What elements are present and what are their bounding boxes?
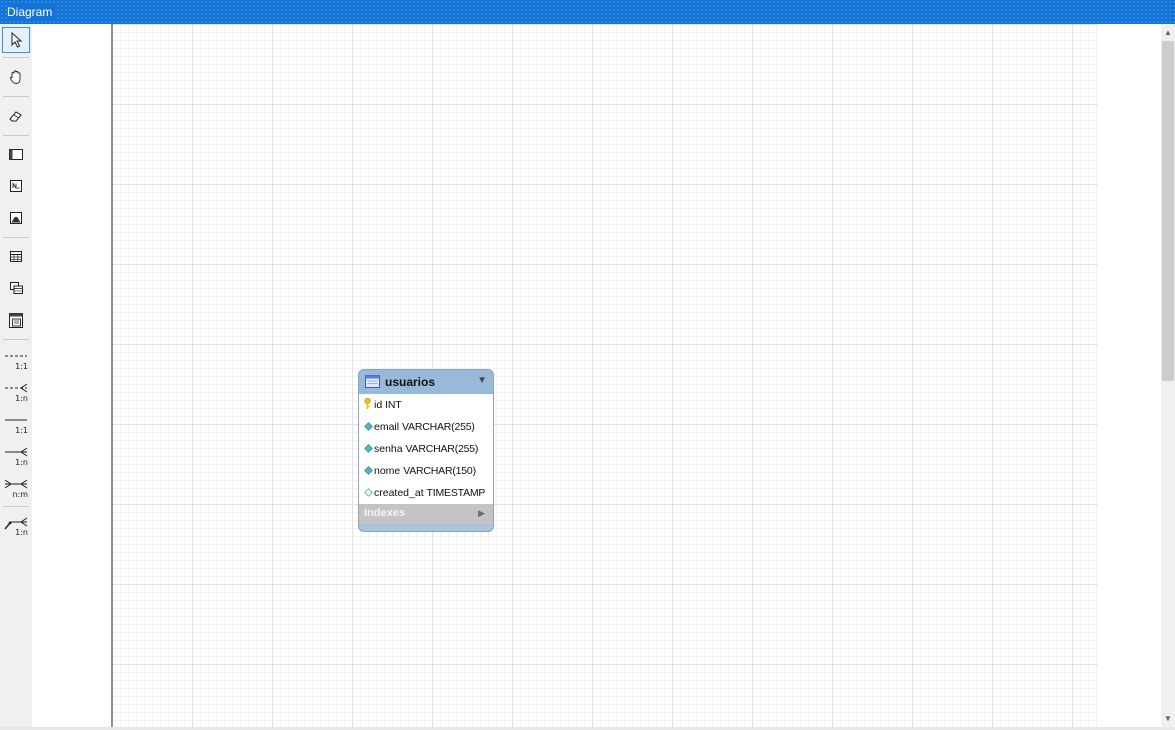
column-row[interactable]: nome VARCHAR(150) xyxy=(359,460,493,482)
canvas-outside-area xyxy=(1098,24,1161,728)
relationship-label: 1:n xyxy=(15,394,28,403)
column-row[interactable]: email VARCHAR(255) xyxy=(359,416,493,438)
expand-arrow-icon[interactable]: ▶ xyxy=(478,508,485,519)
relationship-label: n:m xyxy=(12,490,28,499)
column-row[interactable]: id INT xyxy=(359,394,493,416)
toolbar-separator xyxy=(3,96,29,97)
eraser-tool[interactable] xyxy=(2,103,30,129)
column-name: created_at xyxy=(374,487,424,499)
toolbar-separator xyxy=(3,339,29,340)
routine-group-icon xyxy=(9,312,23,328)
table-entity-usuarios[interactable]: usuarios ▼ id INT email VARCHAR(255) sen… xyxy=(358,369,494,532)
column-row[interactable]: senha VARCHAR(255) xyxy=(359,438,493,460)
collapse-toggle-icon[interactable]: ▼ xyxy=(477,375,487,386)
window-title: Diagram xyxy=(7,5,57,19)
indexes-label: Indexes xyxy=(364,507,405,519)
relationship-label: 1:n xyxy=(15,528,28,537)
diagram-toolbar: 1:1 1:n 1:1 1:n n:m 1:n xyxy=(0,24,32,728)
relationship-1-n-non-identifying[interactable]: 1:n xyxy=(2,378,30,404)
entity-header[interactable]: usuarios ▼ xyxy=(359,370,493,394)
view-tool[interactable] xyxy=(2,275,30,301)
scrollbar-thumb[interactable] xyxy=(1162,41,1174,381)
nullable-column-icon xyxy=(364,488,373,497)
column-type: VARCHAR(255) xyxy=(402,421,475,433)
column-name: email xyxy=(374,421,400,433)
relationship-1-n-identifying[interactable]: 1:n xyxy=(2,442,30,468)
toolbar-separator xyxy=(3,57,29,58)
toolbar-separator xyxy=(3,135,29,136)
column-type: INT xyxy=(385,399,402,411)
relationship-1-n-existing-columns[interactable]: 1:n xyxy=(2,512,30,538)
relationship-label: 1:n xyxy=(15,458,28,467)
column-type: VARCHAR(255) xyxy=(405,443,479,455)
column-name: senha xyxy=(374,443,403,455)
view-icon xyxy=(9,282,23,294)
eraser-icon xyxy=(9,111,22,122)
column-name: nome xyxy=(374,465,401,477)
arrow-pointer-icon xyxy=(11,32,23,48)
table-icon xyxy=(10,250,22,262)
table-icon xyxy=(365,375,380,388)
image-tool[interactable] xyxy=(2,205,30,231)
column-type: VARCHAR(150) xyxy=(403,465,476,477)
image-icon xyxy=(10,212,22,224)
layer-icon xyxy=(9,148,23,160)
vertical-scrollbar[interactable]: ▲ ▼ xyxy=(1161,24,1175,728)
entity-name: usuarios xyxy=(385,375,436,389)
not-null-column-icon xyxy=(364,444,373,453)
routine-group-tool[interactable] xyxy=(2,307,30,333)
column-name: id xyxy=(374,399,383,411)
toolbar-separator xyxy=(3,506,29,507)
pointer-tool[interactable] xyxy=(2,27,30,53)
entity-columns: id INT email VARCHAR(255) senha VARCHAR(… xyxy=(359,394,493,504)
relationship-n-m-identifying[interactable]: n:m xyxy=(2,474,30,500)
column-type: TIMESTAMP xyxy=(426,487,486,499)
not-null-column-icon xyxy=(364,422,373,431)
layer-tool[interactable] xyxy=(2,141,30,167)
diagram-canvas[interactable] xyxy=(113,24,1098,728)
hand-icon xyxy=(9,70,21,84)
column-row[interactable]: created_at TIMESTAMP xyxy=(359,482,493,504)
diagram-title-bar: Diagram xyxy=(0,0,1175,24)
diagram-margin-panel xyxy=(32,24,112,728)
hand-tool[interactable] xyxy=(2,64,30,90)
relationship-label: 1:1 xyxy=(15,426,28,435)
relationship-1-1-non-identifying[interactable]: 1:1 xyxy=(2,346,30,372)
not-null-column-icon xyxy=(364,466,373,475)
note-tool[interactable] xyxy=(2,173,30,199)
table-tool[interactable] xyxy=(2,243,30,269)
relationship-1-1-identifying[interactable]: 1:1 xyxy=(2,410,30,436)
scroll-up-arrow-icon[interactable]: ▲ xyxy=(1161,26,1175,40)
scroll-down-arrow-icon[interactable]: ▼ xyxy=(1161,712,1175,726)
indexes-section[interactable]: Indexes ▶ xyxy=(359,504,493,524)
note-icon xyxy=(10,180,22,192)
relationship-label: 1:1 xyxy=(15,362,28,371)
toolbar-separator xyxy=(3,237,29,238)
primary-key-icon xyxy=(364,398,371,409)
